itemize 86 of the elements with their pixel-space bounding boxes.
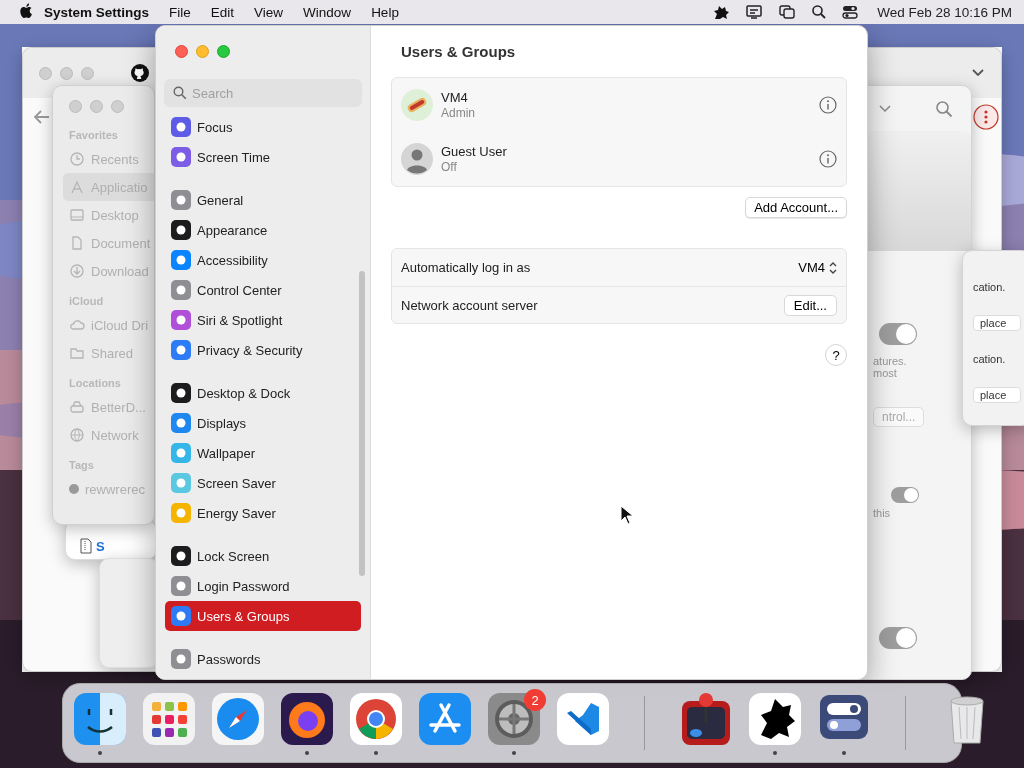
toggle-switch[interactable]: [891, 487, 919, 503]
silhouette-icon[interactable]: [712, 4, 731, 20]
popup-button[interactable]: VM4: [798, 260, 837, 275]
drive-icon: [69, 399, 85, 415]
window-control[interactable]: [175, 45, 188, 58]
document-icon: [69, 235, 85, 251]
finder-face-icon[interactable]: [72, 691, 128, 747]
hotdog-avatar-icon: [401, 89, 433, 121]
sidebar-item[interactable]: Screen Time: [165, 142, 361, 172]
sidebar-item[interactable]: Wallpaper: [165, 438, 361, 468]
control-center-icon[interactable]: [842, 4, 859, 20]
description-text: cation.: [973, 281, 1007, 293]
sidebar-item[interactable]: Login Password: [165, 571, 361, 601]
add-account-button[interactable]: Add Account...: [745, 197, 847, 218]
sidebar-item[interactable]: Siri & Spotlight: [165, 305, 361, 335]
folder-icon: [69, 345, 85, 361]
sidebar-item[interactable]: Focus: [165, 112, 361, 142]
stepper-icon: [829, 260, 837, 275]
menu-item[interactable]: System Settings: [34, 4, 160, 20]
window-control[interactable]: [217, 45, 230, 58]
app-grid-icon[interactable]: [141, 691, 197, 747]
ribbon-icon[interactable]: [555, 691, 611, 747]
menu-item[interactable]: Edit: [200, 4, 245, 20]
silhouette-icon[interactable]: [747, 691, 803, 747]
windows-icon[interactable]: [778, 4, 797, 20]
menu-item[interactable]: View: [244, 4, 294, 20]
file-name: S: [96, 538, 105, 554]
sidebar-item[interactable]: Privacy & Security: [165, 335, 361, 365]
menu-item[interactable]: Window: [293, 4, 362, 20]
description-text: most: [873, 367, 897, 379]
a-shape-icon[interactable]: [417, 691, 473, 747]
search-icon: [173, 86, 187, 100]
sidebar-item[interactable]: Users & Groups: [165, 601, 361, 631]
user-avatar-icon: [401, 143, 433, 175]
compass-icon[interactable]: [210, 691, 266, 747]
more-button-icon[interactable]: [973, 104, 999, 130]
archive-file-icon: [80, 538, 92, 554]
display-icon[interactable]: [745, 4, 764, 20]
sidebar-item[interactable]: General: [165, 185, 361, 215]
search-field[interactable]: Search: [164, 79, 362, 107]
sidebar-item[interactable]: Accessibility: [165, 245, 361, 275]
sidebar-item[interactable]: Desktop & Dock: [165, 378, 361, 408]
chevron-down-icon[interactable]: [971, 68, 985, 78]
option-label: Automatically log in as: [401, 260, 531, 275]
apple-menu-icon[interactable]: [18, 3, 34, 21]
scrollbar[interactable]: [359, 271, 365, 576]
search-icon[interactable]: [811, 4, 828, 20]
user-role: Admin: [441, 106, 476, 120]
info-icon[interactable]: [819, 150, 837, 168]
page-title: Users & Groups: [401, 43, 517, 60]
edit-button[interactable]: Edit...: [783, 294, 837, 316]
globe-icon: [69, 427, 85, 443]
sidebar-item[interactable]: Appearance: [165, 215, 361, 245]
sidebar-item[interactable]: Passwords: [165, 644, 361, 674]
user-name: Guest User: [441, 144, 508, 159]
mouse-cursor-icon: [620, 505, 634, 525]
letter-a-icon: [69, 179, 85, 195]
user-name: VM4: [441, 90, 469, 105]
sidebar-item[interactable]: Displays: [165, 408, 361, 438]
cloud-icon: [69, 317, 85, 333]
clock-text[interactable]: Wed Feb 28 10:16 PM: [877, 4, 1012, 20]
toggle-switch[interactable]: [879, 627, 917, 649]
notification-badge: 2: [524, 689, 546, 711]
monitor-icon: [69, 207, 85, 223]
back-arrow-icon[interactable]: [33, 109, 51, 125]
description-text: cation.: [973, 353, 1007, 365]
description-text: atures.: [873, 355, 907, 367]
clock-icon: [69, 151, 85, 167]
info-icon[interactable]: [819, 96, 837, 114]
sidebar-item[interactable]: Energy Saver: [165, 498, 361, 528]
toggle-switch[interactable]: [879, 323, 917, 345]
help-button[interactable]: ?: [825, 344, 847, 366]
download-icon: [69, 263, 85, 279]
description-text: this: [873, 507, 891, 519]
circle-logo-icon[interactable]: [348, 691, 404, 747]
menu-item[interactable]: File: [159, 4, 201, 20]
cat-logo-icon[interactable]: [130, 63, 150, 83]
sidebar-item[interactable]: Control Center: [165, 275, 361, 305]
sidebar-item[interactable]: Lock Screen: [165, 541, 361, 571]
user-role: Off: [441, 160, 458, 174]
gear-icon[interactable]: [486, 691, 542, 747]
option-label: Network account server: [401, 297, 538, 313]
sidebar-item[interactable]: Screen Saver: [165, 468, 361, 498]
chevron-down-icon[interactable]: [879, 104, 891, 113]
menu-item[interactable]: Help: [361, 4, 409, 20]
flame-globe-icon[interactable]: [279, 691, 335, 747]
